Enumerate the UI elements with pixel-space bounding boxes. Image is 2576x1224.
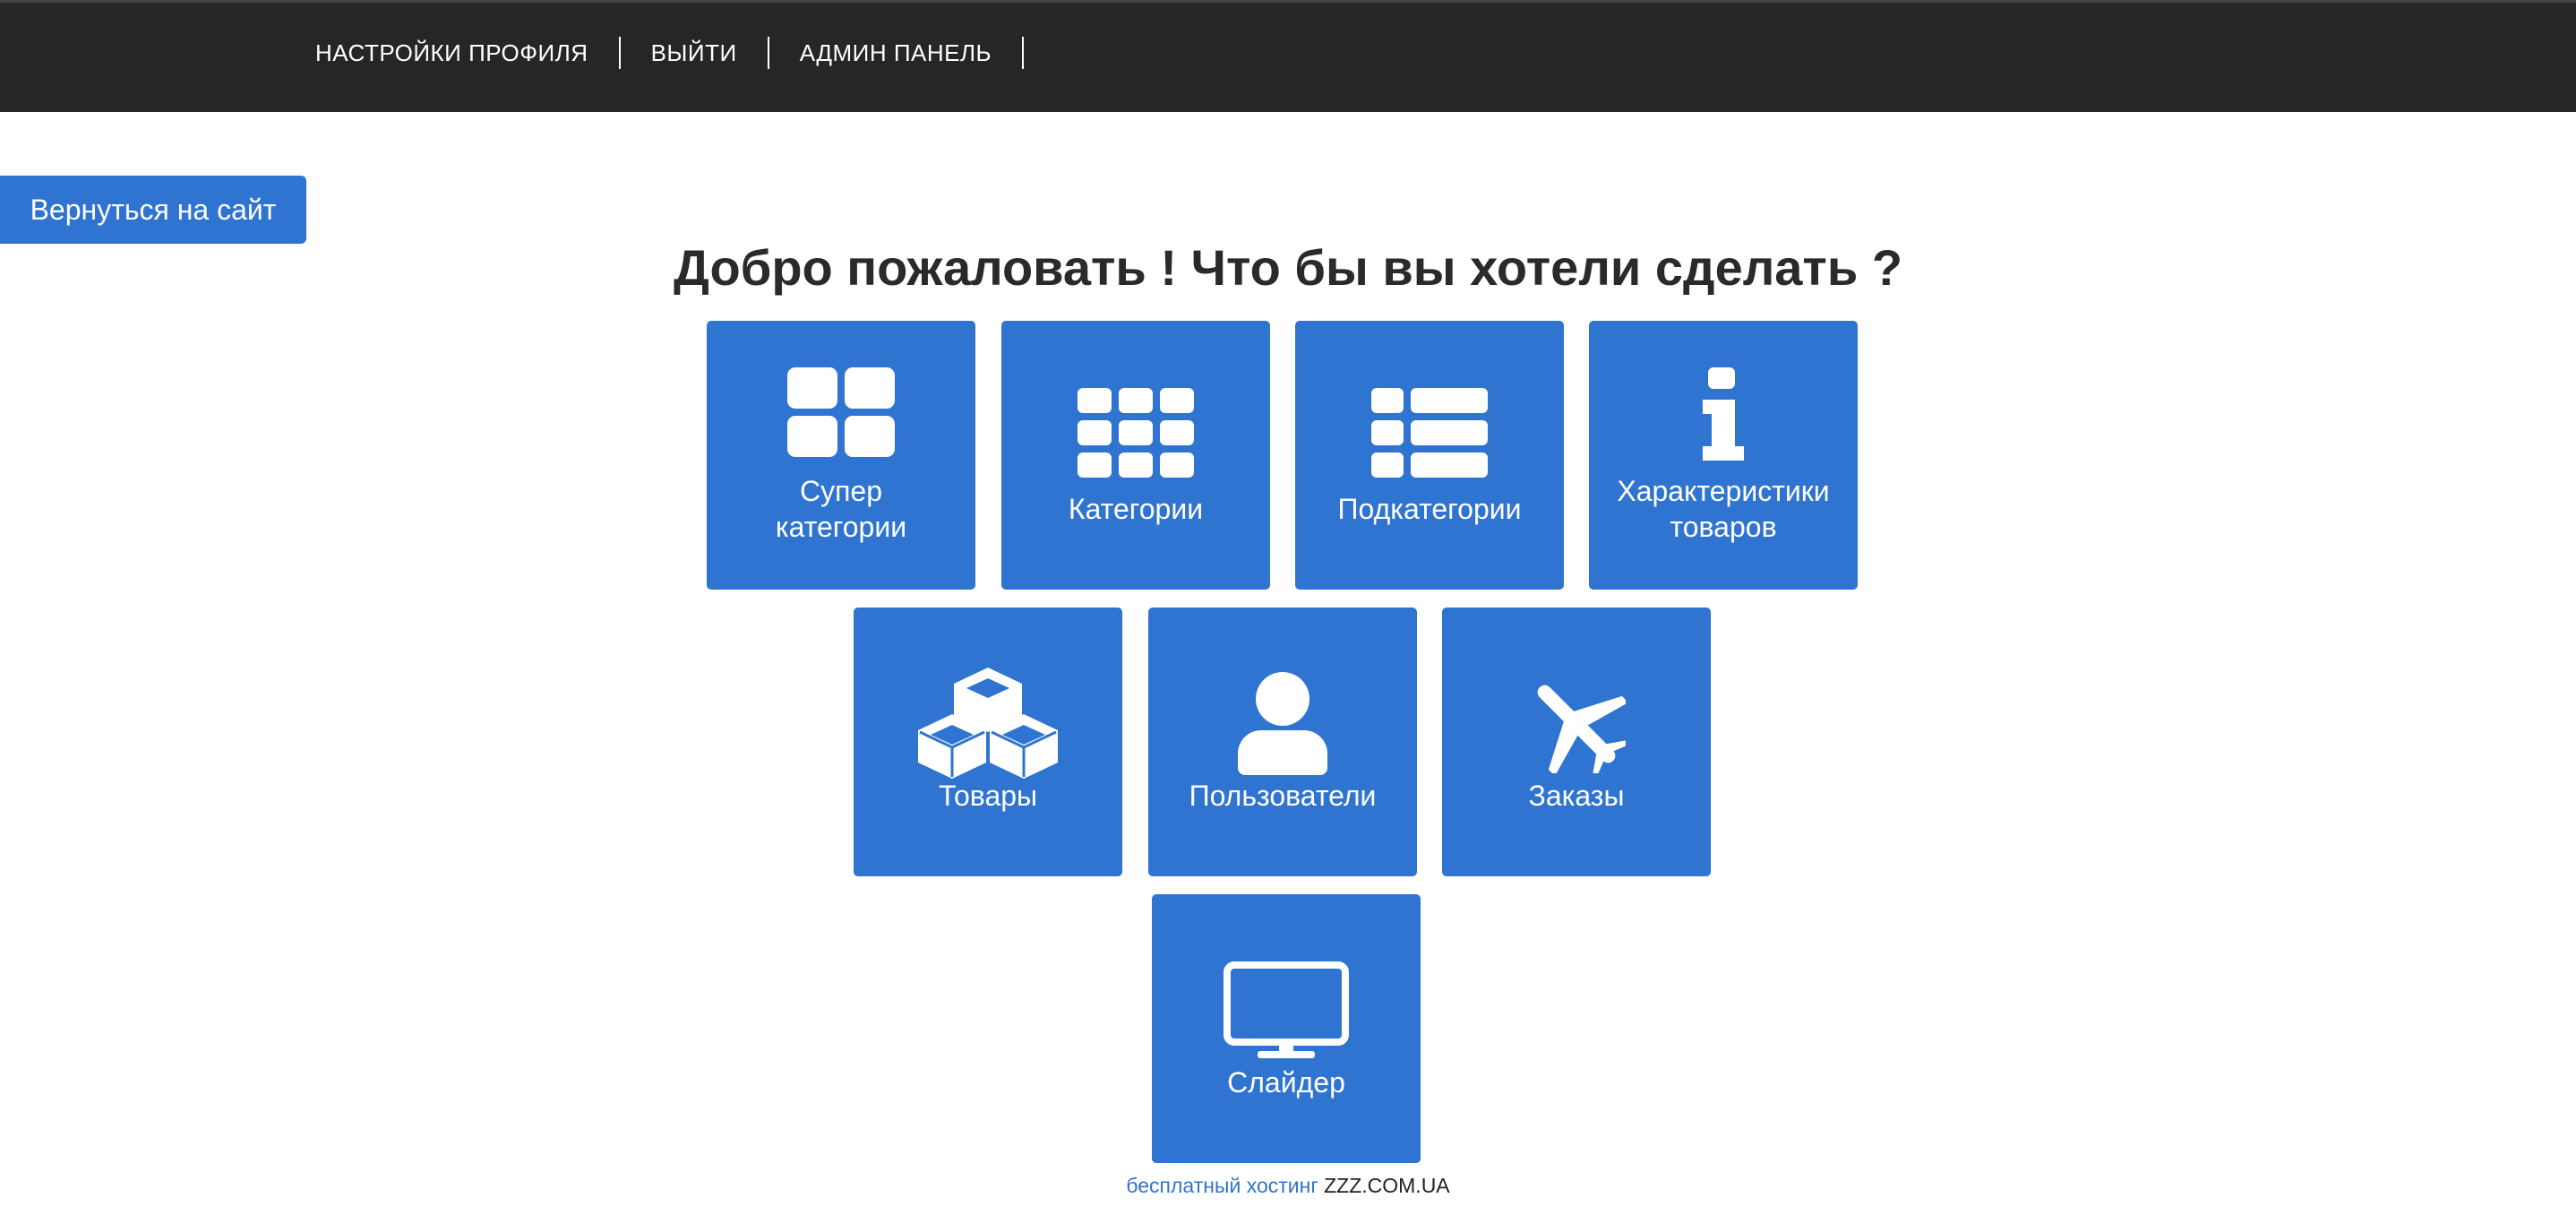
plane-icon	[1442, 675, 1711, 773]
nav-logout[interactable]: ВЫЙТИ	[621, 37, 769, 69]
tile-label: Заказы	[1528, 780, 1625, 812]
tile-label: Слайдер	[1227, 1066, 1345, 1099]
tile-label: Пользователи	[1189, 780, 1377, 812]
tile-users[interactable]: Пользователи	[1148, 608, 1417, 876]
monitor-icon	[1152, 961, 1421, 1060]
tile-label-line2: категории	[775, 511, 907, 543]
footer: бесплатный хостинг ZZZ.COM.UA	[0, 1174, 2576, 1198]
tile-products[interactable]: Товары	[854, 608, 1122, 876]
tile-label-line1: Характеристики	[1617, 475, 1830, 507]
free-hosting-link[interactable]: бесплатный хостинг	[1126, 1174, 1318, 1197]
tile-label: Товары	[938, 780, 1038, 812]
tile-label: Категории	[1068, 493, 1204, 525]
info-icon	[1589, 367, 1858, 461]
th-large-icon	[707, 367, 975, 457]
tile-product-characteristics[interactable]: Характеристики товаров	[1589, 321, 1858, 590]
th-list-icon	[1295, 388, 1564, 478]
tile-subcategories[interactable]: Подкатегории	[1295, 321, 1564, 590]
nav-profile-settings[interactable]: НАСТРОЙКИ ПРОФИЛЯ	[315, 37, 621, 69]
top-nav: НАСТРОЙКИ ПРОФИЛЯ ВЫЙТИ АДМИН ПАНЕЛЬ	[315, 35, 1025, 71]
back-to-site-button[interactable]: Вернуться на сайт	[0, 176, 306, 244]
nav-admin-panel[interactable]: АДМИН ПАНЕЛЬ	[769, 37, 1025, 69]
tile-label: Подкатегории	[1337, 493, 1522, 525]
page-title: Добро пожаловать ! Что бы вы хотели сдел…	[673, 239, 1903, 296]
top-navbar: НАСТРОЙКИ ПРОФИЛЯ ВЫЙТИ АДМИН ПАНЕЛЬ	[0, 0, 2576, 112]
tile-slider[interactable]: Слайдер	[1152, 894, 1421, 1163]
tile-categories[interactable]: Категории	[1001, 321, 1270, 590]
cubes-icon	[854, 666, 1122, 782]
user-icon	[1148, 672, 1417, 775]
host-name: ZZZ.COM.UA	[1324, 1174, 1450, 1197]
th-icon	[1001, 388, 1270, 478]
tile-label-line2: товаров	[1670, 511, 1777, 543]
tile-orders[interactable]: Заказы	[1442, 608, 1711, 876]
tile-super-categories[interactable]: Супер категории	[707, 321, 975, 590]
tile-label-line1: Супер	[799, 475, 883, 507]
